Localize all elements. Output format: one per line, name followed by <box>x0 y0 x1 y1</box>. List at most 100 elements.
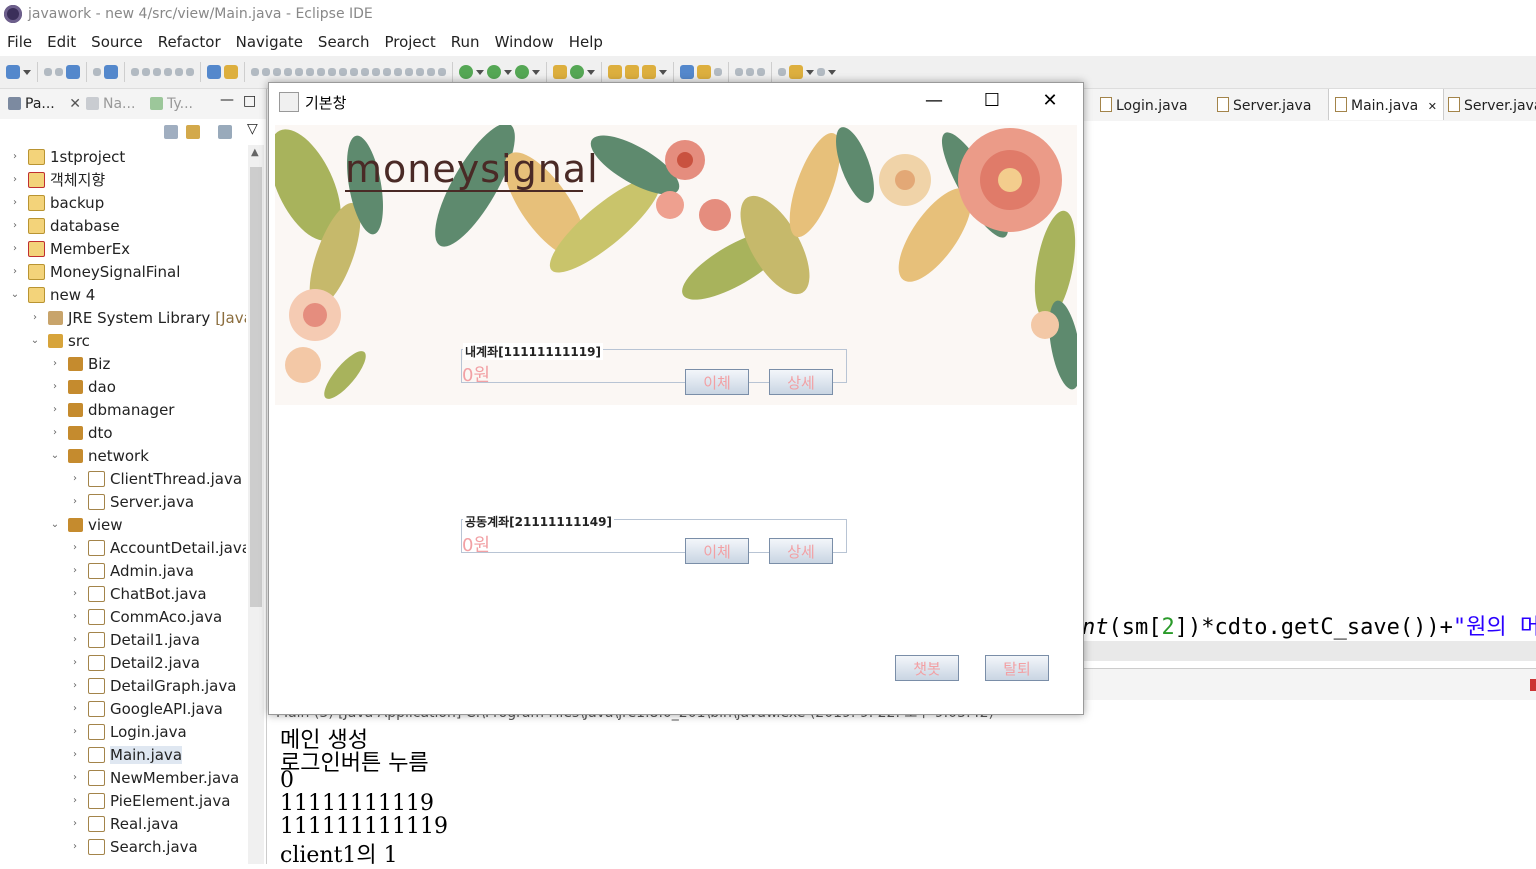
toolbar-button-icon[interactable] <box>680 65 694 79</box>
chevron-right-icon[interactable]: › <box>10 151 20 162</box>
chevron-right-icon[interactable]: › <box>70 680 80 691</box>
editor-tab[interactable]: Server.java <box>1448 97 1536 114</box>
minimize-button[interactable]: — <box>905 83 963 119</box>
chevron-right-icon[interactable]: › <box>70 841 80 852</box>
dropdown-arrow-icon[interactable] <box>476 69 484 75</box>
toolbar-button-icon[interactable] <box>295 68 303 76</box>
chatbot-button[interactable]: 챗봇 <box>895 655 959 681</box>
chevron-right-icon[interactable]: › <box>70 795 80 806</box>
toolbar-button-icon[interactable] <box>104 65 118 79</box>
toolbar-button-icon[interactable] <box>789 65 803 79</box>
tree-item[interactable]: › 객체지향 <box>10 168 105 191</box>
tree-item[interactable]: › PieElement.java <box>70 789 230 812</box>
toolbar-button-icon[interactable] <box>757 68 765 76</box>
toolbar-button-icon[interactable] <box>131 68 139 76</box>
chevron-right-icon[interactable]: › <box>70 496 80 507</box>
chevron-right-icon[interactable]: › <box>70 611 80 622</box>
toolbar-button-icon[interactable] <box>642 65 656 79</box>
chevron-right-icon[interactable]: › <box>10 220 20 231</box>
chevron-right-icon[interactable]: › <box>10 243 20 254</box>
tree-item[interactable]: › Real.java <box>70 812 179 835</box>
menu-search[interactable]: Search <box>311 30 378 56</box>
tree-item[interactable]: › dto <box>50 421 113 444</box>
editor-tab[interactable]: Login.java <box>1100 97 1188 114</box>
toolbar-button-icon[interactable] <box>317 68 325 76</box>
toolbar-button-icon[interactable] <box>570 65 584 79</box>
toolbar-button-icon[interactable] <box>817 68 825 76</box>
toolbar-button-icon[interactable] <box>394 68 402 76</box>
tree-item[interactable]: › Login.java <box>70 720 187 743</box>
chevron-right-icon[interactable]: › <box>70 772 80 783</box>
tree-item[interactable]: › MemberEx <box>10 237 130 260</box>
toolbar-button-icon[interactable] <box>746 68 754 76</box>
toolbar-button-icon[interactable] <box>553 65 567 79</box>
chevron-right-icon[interactable]: › <box>70 657 80 668</box>
toolbar-button-icon[interactable] <box>372 68 380 76</box>
chevron-right-icon[interactable]: › <box>10 197 20 208</box>
chevron-right-icon[interactable]: › <box>50 427 60 438</box>
tree-item[interactable]: ⌄ new 4 <box>10 283 96 306</box>
toolbar-button-icon[interactable] <box>224 65 238 79</box>
toolbar-button-icon[interactable] <box>66 65 80 79</box>
toolbar-button-icon[interactable] <box>697 65 711 79</box>
tree-item[interactable]: › JRE System Library[JavaSE <box>30 306 246 329</box>
terminate-icon[interactable] <box>1530 679 1536 691</box>
code-editor[interactable] <box>1082 121 1536 641</box>
tree-item[interactable]: › 1stproject <box>10 145 125 168</box>
dropdown-arrow-icon[interactable] <box>659 69 667 75</box>
tab-type-hierarchy[interactable]: Ty... <box>150 96 193 112</box>
toolbar-button-icon[interactable] <box>778 68 786 76</box>
menu-file[interactable]: File <box>0 30 40 56</box>
toolbar-button-icon[interactable] <box>487 65 501 79</box>
menu-help[interactable]: Help <box>562 30 611 56</box>
editor-tab[interactable]: Main.java ✕ <box>1328 89 1444 120</box>
tree-item[interactable]: › Detail2.java <box>70 651 200 674</box>
maximize-button[interactable]: ☐ <box>963 83 1021 119</box>
tree-item[interactable]: › Biz <box>50 352 110 375</box>
toolbar-button-icon[interactable] <box>735 68 743 76</box>
toolbar-button-icon[interactable] <box>44 68 52 76</box>
menu-source[interactable]: Source <box>84 30 151 56</box>
toolbar-button-icon[interactable] <box>55 68 63 76</box>
tree-item[interactable]: › DetailGraph.java <box>70 674 236 697</box>
chevron-right-icon[interactable]: › <box>30 312 40 323</box>
tab-package-explorer[interactable]: Pa... ✕ <box>8 96 81 112</box>
tree-item[interactable]: › Search.java <box>70 835 198 858</box>
collapse-all-icon[interactable] <box>164 125 178 139</box>
chevron-right-icon[interactable]: › <box>70 818 80 829</box>
chevron-right-icon[interactable]: › <box>70 588 80 599</box>
tree-item[interactable]: ⌄ src <box>30 329 90 352</box>
chevron-right-icon[interactable]: › <box>70 634 80 645</box>
tree-item[interactable]: › AccountDetail.java <box>70 536 246 559</box>
toolbar-button-icon[interactable] <box>383 68 391 76</box>
maximize-icon[interactable]: □ <box>243 93 256 109</box>
toolbar-button-icon[interactable] <box>350 68 358 76</box>
menu-project[interactable]: Project <box>377 30 443 56</box>
close-icon[interactable]: ✕ <box>1424 100 1437 113</box>
tree-item[interactable]: › ChatBot.java <box>70 582 207 605</box>
dropdown-arrow-icon[interactable] <box>504 69 512 75</box>
toolbar-button-icon[interactable] <box>251 68 259 76</box>
toolbar-button-icon[interactable] <box>361 68 369 76</box>
toolbar-button-icon[interactable] <box>328 68 336 76</box>
toolbar-button-icon[interactable] <box>427 68 435 76</box>
menu-edit[interactable]: Edit <box>40 30 84 56</box>
toolbar-button-icon[interactable] <box>284 68 292 76</box>
chevron-right-icon[interactable]: › <box>70 749 80 760</box>
chevron-right-icon[interactable]: › <box>50 358 60 369</box>
toolbar-button-icon[interactable] <box>515 65 529 79</box>
dropdown-arrow-icon[interactable] <box>806 69 814 75</box>
toolbar-button-icon[interactable] <box>175 68 183 76</box>
tree-scrollbar[interactable]: ▲ <box>248 145 264 864</box>
view-menu-icon[interactable]: ▽ <box>247 121 261 137</box>
toolbar-button-icon[interactable] <box>273 68 281 76</box>
toolbar-button-icon[interactable] <box>262 68 270 76</box>
close-icon[interactable]: ✕ <box>69 96 81 112</box>
filter-icon[interactable] <box>218 125 232 139</box>
toolbar-button-icon[interactable] <box>405 68 413 76</box>
tree-item[interactable]: › GoogleAPI.java <box>70 697 223 720</box>
editor-tab[interactable]: Server.java <box>1217 97 1311 114</box>
my-account-transfer-button[interactable]: 이체 <box>685 369 749 395</box>
scroll-up-icon[interactable]: ▲ <box>251 147 259 158</box>
chevron-down-icon[interactable]: ⌄ <box>10 289 20 300</box>
